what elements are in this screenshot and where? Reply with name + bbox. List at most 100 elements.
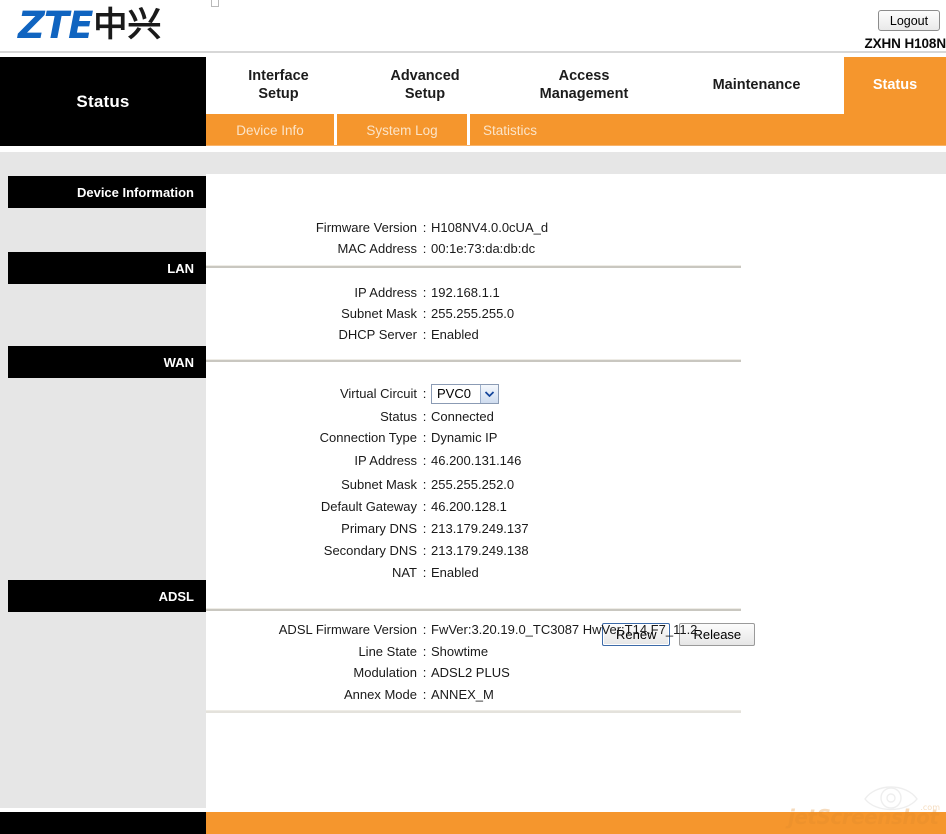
row-separator: : xyxy=(422,453,427,468)
subtab-statistics[interactable]: Statistics xyxy=(470,114,590,146)
row-virtual-circuit-label: Virtual Circuit xyxy=(339,386,417,401)
chevron-down-icon[interactable] xyxy=(480,384,498,403)
header-divider xyxy=(0,51,946,53)
section-label-column: Device Information LAN WAN ADSL xyxy=(0,174,206,808)
row-modulation-value: ADSL2 PLUS xyxy=(431,665,510,680)
row-separator: : xyxy=(422,477,427,492)
row-separator: : xyxy=(422,409,427,424)
row-default-gateway-value: 46.200.128.1 xyxy=(431,499,507,514)
virtual-circuit-selected-value: PVC0 xyxy=(437,386,471,401)
row-firmware-version-label: Firmware Version xyxy=(315,220,417,235)
row-lan-ip-address-value: 192.168.1.1 xyxy=(431,285,500,300)
tab-access-management[interactable]: Access Management xyxy=(499,57,669,114)
device-model-label: ZXHN H108N xyxy=(864,36,946,51)
row-mac-address-label: MAC Address xyxy=(337,241,417,256)
row-modulation: Modulation : ADSL2 PLUS xyxy=(206,662,510,683)
row-nat-value: Enabled xyxy=(431,565,479,580)
row-dhcp-server-value: Enabled xyxy=(431,327,479,342)
row-annex-mode-label: Annex Mode xyxy=(344,687,417,702)
section-separator-wan xyxy=(206,359,741,362)
row-wan-ip-address-value: 46.200.131.146 xyxy=(431,453,522,468)
row-wan-subnet-mask-label: Subnet Mask xyxy=(341,477,417,492)
content-panel: Firmware Version : H108NV4.0.0cUA_d MAC … xyxy=(206,174,946,808)
logout-button[interactable]: Logout xyxy=(878,10,940,31)
sidebar-item-device-information: Device Information xyxy=(8,176,206,208)
row-primary-dns-value: 213.179.249.137 xyxy=(431,521,529,536)
subtab-device-info[interactable]: Device Info xyxy=(206,114,334,146)
row-lan-subnet-mask-label: Subnet Mask xyxy=(341,306,417,321)
section-separator-stats xyxy=(206,710,741,713)
section-separator-lan xyxy=(206,265,741,268)
zte-logo-cjk: 中兴 xyxy=(93,5,162,45)
row-separator: : xyxy=(422,386,427,401)
row-lan-ip-address: IP Address : 192.168.1.1 xyxy=(206,282,500,303)
virtual-circuit-select[interactable]: PVC0 xyxy=(431,383,499,404)
sidebar-item-lan: LAN xyxy=(8,252,206,284)
row-wan-status: Status : Connected xyxy=(206,406,494,427)
main-navigation: Status Interface Setup Advanced Setup Ac… xyxy=(0,57,946,146)
row-nat-label: NAT xyxy=(391,565,417,580)
tab-access-management-line1: Access xyxy=(558,68,610,85)
row-dhcp-server: DHCP Server : Enabled xyxy=(206,324,479,345)
tab-bar: Interface Setup Advanced Setup Access Ma… xyxy=(206,57,946,114)
active-section-label: Status xyxy=(76,91,130,111)
row-separator: : xyxy=(422,543,427,558)
row-nat: NAT : Enabled xyxy=(206,562,479,583)
tab-interface-setup[interactable]: Interface Setup xyxy=(206,57,351,114)
footer-left-block xyxy=(0,812,206,834)
row-wan-status-label: Status xyxy=(380,409,417,424)
row-connection-type-value: Dynamic IP xyxy=(431,430,498,445)
row-primary-dns-label: Primary DNS xyxy=(341,521,417,536)
row-separator: : xyxy=(422,327,427,342)
tab-advanced-setup-line2: Setup xyxy=(404,85,446,102)
zte-logo-latin: ZTE xyxy=(18,3,93,47)
row-secondary-dns: Secondary DNS : 213.179.249.138 xyxy=(206,540,529,561)
row-separator: : xyxy=(422,665,427,680)
subtab-system-log[interactable]: System Log xyxy=(337,114,467,146)
row-separator: : xyxy=(422,644,427,659)
row-line-state: Line State : Showtime xyxy=(206,641,488,662)
row-mac-address: MAC Address : 00:1e:73:da:db:dc xyxy=(206,238,536,259)
tab-advanced-setup[interactable]: Advanced Setup xyxy=(351,57,499,114)
zte-logo: ZTE 中兴 xyxy=(18,3,161,47)
row-secondary-dns-value: 213.179.249.138 xyxy=(431,543,529,558)
row-primary-dns: Primary DNS : 213.179.249.137 xyxy=(206,518,529,539)
row-firmware-version-value: H108NV4.0.0cUA_d xyxy=(431,220,549,235)
row-separator: : xyxy=(422,220,427,235)
row-connection-type: Connection Type : Dynamic IP xyxy=(206,427,498,448)
row-line-state-value: Showtime xyxy=(431,644,489,659)
row-adsl-firmware-version-label: ADSL Firmware Version xyxy=(278,622,417,637)
row-secondary-dns-label: Secondary DNS xyxy=(323,543,417,558)
row-lan-subnet-mask-value: 255.255.255.0 xyxy=(431,306,515,321)
sidebar-item-wan: WAN xyxy=(8,346,206,378)
router-admin-page: ZTE 中兴 Logout ZXHN H108N Status Interfac… xyxy=(0,0,946,834)
nav-underline xyxy=(206,145,946,146)
row-separator: : xyxy=(422,285,427,300)
row-adsl-firmware-version-value: FwVer:3.20.19.0_TC3087 HwVer:T14.F7_11.2 xyxy=(431,622,698,637)
row-line-state-label: Line State xyxy=(358,644,417,659)
row-separator: : xyxy=(422,306,427,321)
row-lan-ip-address-label: IP Address xyxy=(354,285,417,300)
row-wan-subnet-mask: Subnet Mask : 255.255.252.0 xyxy=(206,474,514,495)
row-separator: : xyxy=(422,565,427,580)
render-artifact xyxy=(211,0,219,7)
tab-maintenance[interactable]: Maintenance xyxy=(669,57,844,114)
footer-accent-bar xyxy=(206,812,946,834)
row-annex-mode: Annex Mode : ANNEX_M xyxy=(206,684,494,705)
row-lan-subnet-mask: Subnet Mask : 255.255.255.0 xyxy=(206,303,514,324)
row-default-gateway: Default Gateway : 46.200.128.1 xyxy=(206,496,507,517)
gap-band xyxy=(0,152,946,174)
tab-status[interactable]: Status xyxy=(844,57,946,114)
row-separator: : xyxy=(422,430,427,445)
tab-maintenance-label: Maintenance xyxy=(712,76,801,93)
row-separator: : xyxy=(422,521,427,536)
top-bar: ZTE 中兴 Logout ZXHN H108N xyxy=(0,0,946,53)
sidebar-item-adsl: ADSL xyxy=(8,580,206,612)
row-annex-mode-value: ANNEX_M xyxy=(431,687,494,702)
row-wan-ip-address: IP Address : 46.200.131.146 xyxy=(206,450,521,471)
active-section-title: Status xyxy=(0,57,206,146)
row-connection-type-label: Connection Type xyxy=(319,430,417,445)
row-firmware-version: Firmware Version : H108NV4.0.0cUA_d xyxy=(206,217,548,238)
sub-tab-bar: Device Info System Log Statistics xyxy=(206,114,946,146)
tab-interface-setup-line2: Setup xyxy=(258,85,299,102)
